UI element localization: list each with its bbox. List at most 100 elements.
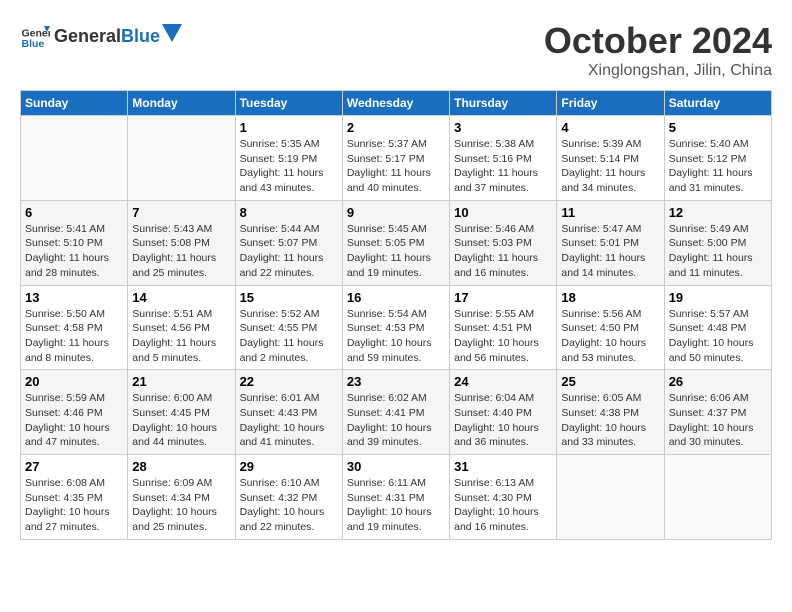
- day-info: Sunrise: 6:00 AM Sunset: 4:45 PM Dayligh…: [132, 391, 230, 450]
- day-info: Sunrise: 5:50 AM Sunset: 4:58 PM Dayligh…: [25, 307, 123, 366]
- day-number: 26: [669, 374, 767, 389]
- day-number: 5: [669, 120, 767, 135]
- calendar-cell: [557, 455, 664, 540]
- day-number: 21: [132, 374, 230, 389]
- day-info: Sunrise: 6:09 AM Sunset: 4:34 PM Dayligh…: [132, 476, 230, 535]
- day-info: Sunrise: 5:39 AM Sunset: 5:14 PM Dayligh…: [561, 137, 659, 196]
- day-info: Sunrise: 5:45 AM Sunset: 5:05 PM Dayligh…: [347, 222, 445, 281]
- day-number: 24: [454, 374, 552, 389]
- day-info: Sunrise: 5:52 AM Sunset: 4:55 PM Dayligh…: [240, 307, 338, 366]
- calendar-cell: 16Sunrise: 5:54 AM Sunset: 4:53 PM Dayli…: [342, 285, 449, 370]
- calendar-cell: 29 Sunrise: 6:10 AM Sunset: 4:32 PM Dayli…: [235, 455, 342, 540]
- day-info: Sunrise: 5:41 AM Sunset: 5:10 PM Dayligh…: [25, 222, 123, 281]
- day-number: 14: [132, 290, 230, 305]
- weekday-header-thursday: Thursday: [450, 91, 557, 116]
- day-number: 3: [454, 120, 552, 135]
- weekday-header-friday: Friday: [557, 91, 664, 116]
- day-number: 22: [240, 374, 338, 389]
- calendar-cell: 23 Sunrise: 6:02 AM Sunset: 4:41 PM Dayli…: [342, 370, 449, 455]
- day-info: Sunrise: 5:38 AM Sunset: 5:16 PM Dayligh…: [454, 137, 552, 196]
- calendar-cell: 27 Sunrise: 6:08 AM Sunset: 4:35 PM Dayli…: [21, 455, 128, 540]
- day-info: Sunrise: 5:35 AM Sunset: 5:19 PM Dayligh…: [240, 137, 338, 196]
- day-number: 27: [25, 459, 123, 474]
- day-info: Sunrise: 6:02 AM Sunset: 4:41 PM Dayligh…: [347, 391, 445, 450]
- calendar-cell: 2 Sunrise: 5:37 AM Sunset: 5:17 PM Daylig…: [342, 116, 449, 201]
- calendar-cell: 15 Sunrise: 5:52 AM Sunset: 4:55 PM Dayli…: [235, 285, 342, 370]
- day-info: Sunrise: 5:49 AM Sunset: 5:00 PM Dayligh…: [669, 222, 767, 281]
- calendar-cell: 14 Sunrise: 5:51 AM Sunset: 4:56 PM Dayli…: [128, 285, 235, 370]
- day-info: Sunrise: 6:04 AM Sunset: 4:40 PM Dayligh…: [454, 391, 552, 450]
- calendar-cell: 31Sunrise: 6:13 AM Sunset: 4:30 PM Dayli…: [450, 455, 557, 540]
- month-title: October 2024: [544, 20, 772, 62]
- weekday-header-sunday: Sunday: [21, 91, 128, 116]
- day-info: Sunrise: 5:47 AM Sunset: 5:01 PM Dayligh…: [561, 222, 659, 281]
- day-number: 8: [240, 205, 338, 220]
- day-info: Sunrise: 5:59 AM Sunset: 4:46 PM Dayligh…: [25, 391, 123, 450]
- day-info: Sunrise: 5:46 AM Sunset: 5:03 PM Dayligh…: [454, 222, 552, 281]
- calendar-cell: 8 Sunrise: 5:44 AM Sunset: 5:07 PM Daylig…: [235, 200, 342, 285]
- day-number: 29: [240, 459, 338, 474]
- day-info: Sunrise: 6:08 AM Sunset: 4:35 PM Dayligh…: [25, 476, 123, 535]
- day-number: 25: [561, 374, 659, 389]
- calendar-cell: 11Sunrise: 5:47 AM Sunset: 5:01 PM Dayli…: [557, 200, 664, 285]
- weekday-header-wednesday: Wednesday: [342, 91, 449, 116]
- day-info: Sunrise: 5:43 AM Sunset: 5:08 PM Dayligh…: [132, 222, 230, 281]
- day-number: 23: [347, 374, 445, 389]
- day-number: 20: [25, 374, 123, 389]
- calendar-cell: [21, 116, 128, 201]
- location-title: Xinglongshan, Jilin, China: [544, 62, 772, 80]
- calendar-cell: 28Sunrise: 6:09 AM Sunset: 4:34 PM Dayli…: [128, 455, 235, 540]
- day-info: Sunrise: 5:55 AM Sunset: 4:51 PM Dayligh…: [454, 307, 552, 366]
- day-number: 13: [25, 290, 123, 305]
- day-number: 16: [347, 290, 445, 305]
- day-number: 2: [347, 120, 445, 135]
- logo: General Blue General Blue: [20, 20, 182, 50]
- calendar-cell: 21 Sunrise: 6:00 AM Sunset: 4:45 PM Dayli…: [128, 370, 235, 455]
- calendar-cell: 24 Sunrise: 6:04 AM Sunset: 4:40 PM Dayli…: [450, 370, 557, 455]
- calendar-cell: 22Sunrise: 6:01 AM Sunset: 4:43 PM Dayli…: [235, 370, 342, 455]
- day-info: Sunrise: 6:13 AM Sunset: 4:30 PM Dayligh…: [454, 476, 552, 535]
- logo-icon: General Blue: [20, 20, 50, 50]
- day-info: Sunrise: 6:05 AM Sunset: 4:38 PM Dayligh…: [561, 391, 659, 450]
- calendar-cell: 7 Sunrise: 5:43 AM Sunset: 5:08 PM Daylig…: [128, 200, 235, 285]
- day-info: Sunrise: 5:51 AM Sunset: 4:56 PM Dayligh…: [132, 307, 230, 366]
- weekday-header-tuesday: Tuesday: [235, 91, 342, 116]
- day-number: 10: [454, 205, 552, 220]
- calendar-week-5: 27 Sunrise: 6:08 AM Sunset: 4:35 PM Dayli…: [21, 455, 772, 540]
- day-info: Sunrise: 5:56 AM Sunset: 4:50 PM Dayligh…: [561, 307, 659, 366]
- calendar-header-row: SundayMondayTuesdayWednesdayThursdayFrid…: [21, 91, 772, 116]
- day-number: 12: [669, 205, 767, 220]
- calendar-cell: 19Sunrise: 5:57 AM Sunset: 4:48 PM Dayli…: [664, 285, 771, 370]
- calendar-week-1: 1Sunrise: 5:35 AM Sunset: 5:19 PM Daylig…: [21, 116, 772, 201]
- calendar-cell: 13 Sunrise: 5:50 AM Sunset: 4:58 PM Dayli…: [21, 285, 128, 370]
- day-number: 15: [240, 290, 338, 305]
- day-info: Sunrise: 5:44 AM Sunset: 5:07 PM Dayligh…: [240, 222, 338, 281]
- calendar-week-2: 6 Sunrise: 5:41 AM Sunset: 5:10 PM Daylig…: [21, 200, 772, 285]
- calendar-cell: 26 Sunrise: 6:06 AM Sunset: 4:37 PM Dayli…: [664, 370, 771, 455]
- calendar-cell: 1Sunrise: 5:35 AM Sunset: 5:19 PM Daylig…: [235, 116, 342, 201]
- day-number: 6: [25, 205, 123, 220]
- weekday-header-monday: Monday: [128, 91, 235, 116]
- calendar-cell: 17 Sunrise: 5:55 AM Sunset: 4:51 PM Dayli…: [450, 285, 557, 370]
- day-info: Sunrise: 5:40 AM Sunset: 5:12 PM Dayligh…: [669, 137, 767, 196]
- weekday-header-saturday: Saturday: [664, 91, 771, 116]
- calendar-cell: 3 Sunrise: 5:38 AM Sunset: 5:16 PM Daylig…: [450, 116, 557, 201]
- logo-general: General: [54, 26, 121, 47]
- header: General Blue General Blue October 2024 X…: [20, 20, 772, 80]
- day-info: Sunrise: 5:37 AM Sunset: 5:17 PM Dayligh…: [347, 137, 445, 196]
- calendar-week-4: 20 Sunrise: 5:59 AM Sunset: 4:46 PM Dayli…: [21, 370, 772, 455]
- day-number: 30: [347, 459, 445, 474]
- calendar-cell: [664, 455, 771, 540]
- day-number: 9: [347, 205, 445, 220]
- logo-blue: Blue: [121, 26, 160, 47]
- calendar-cell: 25 Sunrise: 6:05 AM Sunset: 4:38 PM Dayli…: [557, 370, 664, 455]
- day-number: 19: [669, 290, 767, 305]
- calendar-cell: 20 Sunrise: 5:59 AM Sunset: 4:46 PM Dayli…: [21, 370, 128, 455]
- day-number: 17: [454, 290, 552, 305]
- day-info: Sunrise: 6:06 AM Sunset: 4:37 PM Dayligh…: [669, 391, 767, 450]
- day-number: 7: [132, 205, 230, 220]
- day-info: Sunrise: 6:10 AM Sunset: 4:32 PM Dayligh…: [240, 476, 338, 535]
- svg-text:Blue: Blue: [22, 38, 45, 50]
- day-number: 18: [561, 290, 659, 305]
- title-area: October 2024 Xinglongshan, Jilin, China: [544, 20, 772, 80]
